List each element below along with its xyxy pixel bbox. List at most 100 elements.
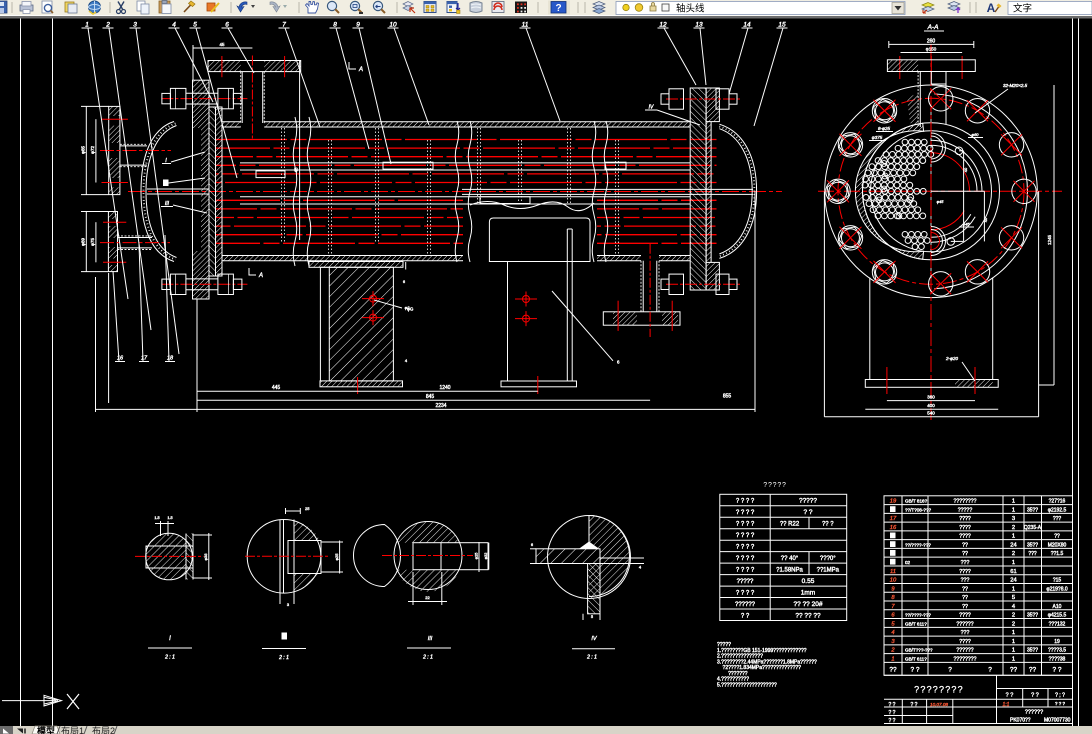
svg-text:4: 4 [172, 22, 176, 29]
svg-text:1: 1 [1012, 630, 1015, 636]
svg-text:15: 15 [778, 22, 786, 29]
svg-text:GB/T 611?: GB/T 611? [905, 621, 927, 626]
svg-text:布局1: 布局1 [61, 725, 84, 734]
svg-text:? ?: ? ? [1052, 667, 1061, 674]
svg-text:?1.58NPa: ?1.58NPa [776, 567, 803, 573]
svg-text:11: 11 [890, 569, 896, 575]
svg-text:? ?: ? ? [910, 667, 919, 674]
svg-text:??????: ?????? [1025, 710, 1043, 716]
svg-text:? ?: ? ? [741, 613, 750, 619]
svg-text:3: 3 [1012, 516, 1015, 522]
svg-text:61: 61 [1010, 569, 1016, 575]
svg-text:?: ? [988, 667, 992, 674]
svg-text:?27?16: ?27?16 [1049, 499, 1066, 505]
svg-text:1: 1 [1012, 586, 1015, 592]
svg-text:φ60: φ60 [971, 132, 979, 137]
svg-text:??/????-???: ??/????-??? [905, 613, 931, 618]
svg-text:10: 10 [389, 22, 397, 29]
svg-text:?? ?: ?? ? [822, 522, 834, 528]
svg-text:????: ???? [959, 569, 971, 575]
svg-text:?????: ????? [958, 507, 973, 513]
svg-text:???: ??? [961, 560, 970, 566]
svg-text:? ? ? ?: ? ? ? ? [736, 522, 755, 528]
svg-text:1: 1 [1012, 656, 1015, 662]
svg-text:8: 8 [333, 22, 337, 29]
svg-text:4: 4 [891, 630, 894, 636]
svg-text:35??: 35?? [1027, 542, 1038, 548]
svg-text:?? 40°: ?? 40° [781, 556, 799, 562]
svg-text:2-φ20: 2-φ20 [945, 356, 958, 361]
svg-text:??: ?? [962, 604, 968, 610]
svg-text:φ375: φ375 [872, 135, 883, 140]
svg-text:?????: ????? [737, 579, 754, 585]
svg-text:25: 25 [305, 506, 310, 511]
svg-text:3: 3 [133, 22, 137, 29]
svg-text:A10: A10 [1053, 604, 1062, 610]
svg-text:?? R22: ?? R22 [780, 522, 800, 528]
svg-text:??: ?? [962, 542, 968, 548]
svg-text:540: 540 [927, 411, 935, 416]
svg-text:45: 45 [293, 167, 298, 173]
svg-text:???: ??? [1028, 551, 1037, 557]
svg-text:5: 5 [193, 22, 197, 29]
svg-text:?? ?? ??: ?? ?? ?? [795, 612, 821, 619]
svg-text:? ?: ? ? [1031, 693, 1039, 699]
svg-text:????3.5: ????3.5 [1048, 648, 1066, 654]
svg-text:PK070??: PK070?? [1010, 718, 1031, 724]
svg-text:φ25: φ25 [475, 553, 479, 560]
svg-text:8-φ25: 8-φ25 [878, 126, 890, 131]
svg-text:????: ???? [959, 525, 971, 531]
svg-text:??1.5: ??1.5 [1051, 551, 1064, 557]
svg-text:5: 5 [1012, 595, 1015, 601]
svg-text:????: ???? [959, 613, 971, 619]
svg-text:6: 6 [225, 22, 229, 29]
svg-text:φ150: φ150 [926, 47, 937, 52]
svg-text:1: 1 [1012, 507, 1015, 513]
svg-text:A-A: A-A [927, 24, 939, 31]
svg-text:φ89: φ89 [81, 238, 86, 246]
svg-text:? ? ? ?: ? ? ? ? [736, 544, 755, 550]
svg-text:400: 400 [927, 403, 935, 408]
svg-text:35??: 35?? [1027, 648, 1038, 654]
svg-text:2 : 1: 2 : 1 [422, 655, 433, 661]
svg-text:2: 2 [1012, 525, 1015, 531]
svg-text:????: ???? [959, 639, 971, 645]
svg-text:????: ???? [959, 516, 971, 522]
svg-text:9: 9 [356, 22, 360, 29]
svg-text:1: 1 [1012, 648, 1015, 654]
svg-text:12: 12 [659, 22, 667, 29]
svg-text:17: 17 [890, 516, 897, 522]
svg-text:??????: ?????? [956, 648, 973, 654]
svg-text:10.07.08: 10.07.08 [930, 702, 948, 707]
svg-text:855: 855 [723, 394, 732, 400]
svg-text:? ? ?: ? ? ? [1055, 701, 1066, 706]
svg-text:???: ??? [1053, 516, 1062, 522]
svg-text:? ?: ? ? [911, 702, 918, 708]
svg-text:A: A [258, 273, 263, 279]
svg-text:?15: ?15 [1053, 578, 1062, 584]
svg-text:1: 1 [1012, 534, 1015, 540]
svg-text:III: III [428, 636, 433, 642]
svg-text:? ? ? ?: ? ? ? ? [736, 533, 755, 539]
svg-text:1245: 1245 [1047, 234, 1052, 245]
svg-text:19: 19 [1054, 639, 1060, 645]
svg-text:轴头线: 轴头线 [676, 3, 705, 15]
svg-text:845: 845 [426, 394, 435, 400]
svg-text:? ? ? ?: ? ? ? ? [736, 499, 755, 505]
svg-text:φ45: φ45 [937, 200, 945, 204]
svg-text:1: 1 [85, 22, 89, 29]
svg-text:40: 40 [983, 217, 988, 222]
svg-text:35??: 35?? [1027, 507, 1038, 513]
svg-text:????????: ???????? [953, 499, 976, 505]
svg-text:445: 445 [272, 385, 281, 391]
svg-text:φ32: φ32 [484, 553, 488, 560]
svg-text:16: 16 [890, 525, 897, 531]
svg-text:??: ?? [1029, 667, 1037, 674]
svg-text:??/????-???: ??/????-??? [905, 542, 931, 547]
svg-text:???: ??? [961, 578, 970, 584]
svg-text:φ72: φ72 [90, 146, 95, 154]
svg-text:?? ?? 20#: ?? ?? 20# [794, 601, 823, 608]
svg-text:5.????????????????????: 5.???????????????????? [717, 682, 777, 688]
svg-text:0.55: 0.55 [802, 578, 815, 585]
svg-text:φ2192.5: φ2192.5 [1048, 507, 1067, 513]
